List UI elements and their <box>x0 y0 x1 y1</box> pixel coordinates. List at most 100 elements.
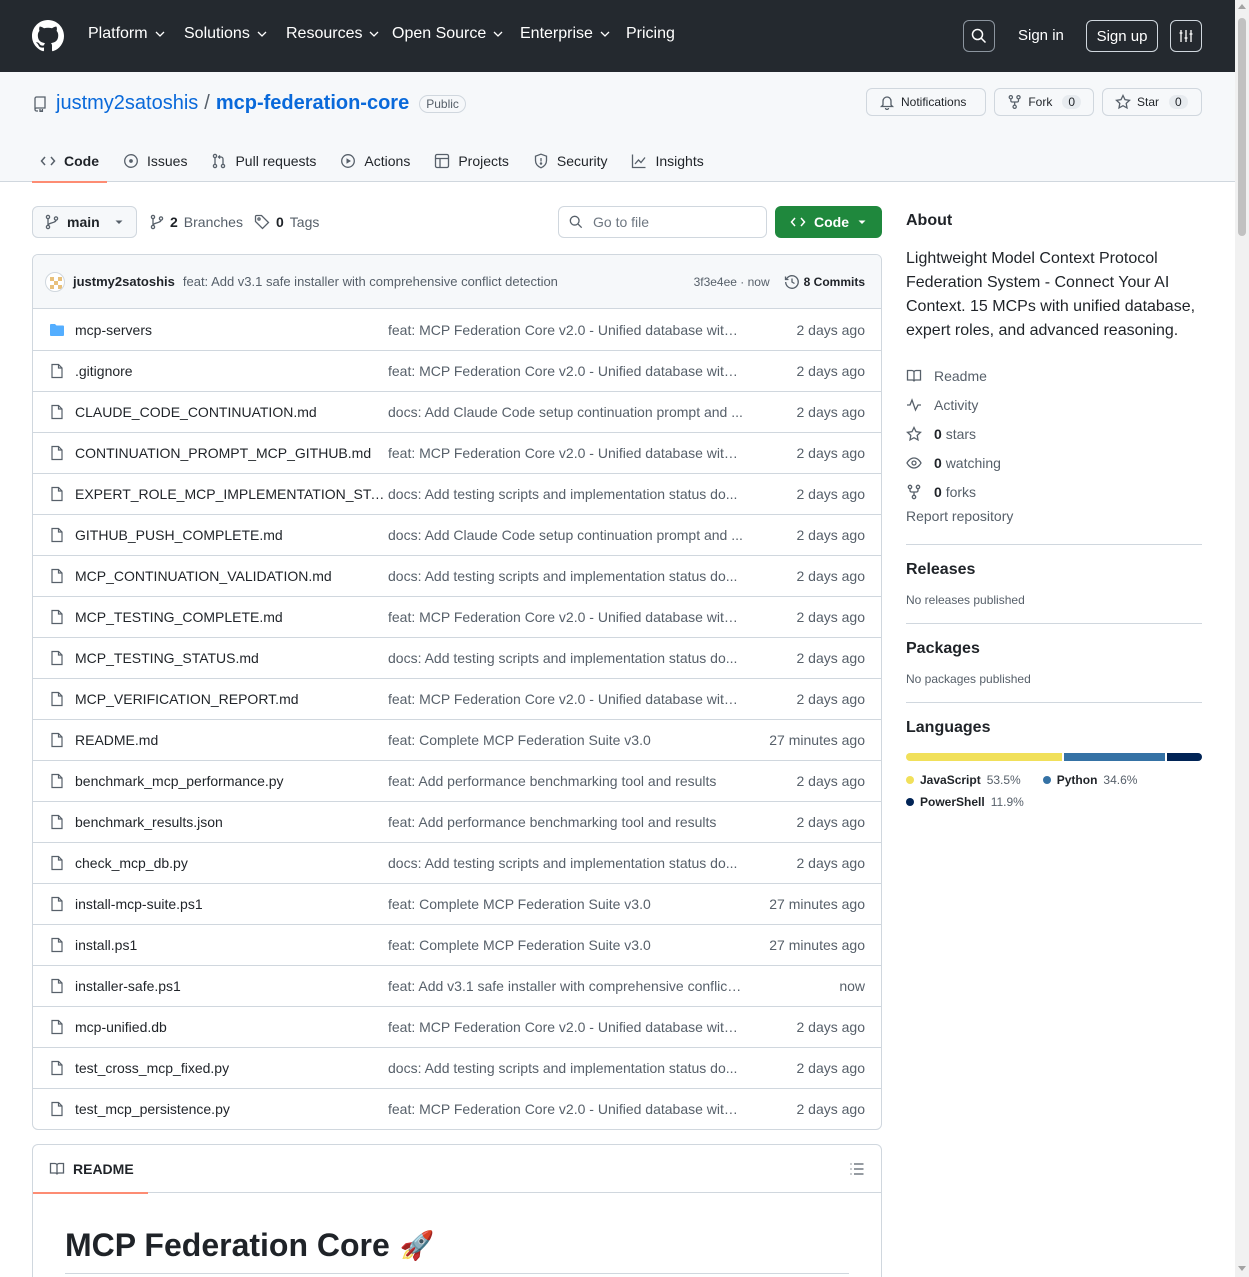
file-commit-message-link[interactable]: feat: MCP Federation Core v2.0 - Unified… <box>388 445 744 461</box>
file-commit-message-link[interactable]: docs: Add testing scripts and implementa… <box>388 650 744 666</box>
table-row[interactable]: benchmark_results.json feat: Add performa… <box>33 801 881 842</box>
file-name-link[interactable]: CONTINUATION_PROMPT_MCP_GITHUB.md <box>75 445 388 461</box>
file-name-link[interactable]: mcp-unified.db <box>75 1019 388 1035</box>
file-name-link[interactable]: MCP_VERIFICATION_REPORT.md <box>75 691 388 707</box>
tags-link[interactable]: 0 Tags <box>254 214 319 230</box>
file-name-link[interactable]: MCP_TESTING_COMPLETE.md <box>75 609 388 625</box>
repo-name-link[interactable]: mcp-federation-core <box>216 92 409 115</box>
branches-link[interactable]: 2 Branches <box>150 214 243 230</box>
file-commit-message-link[interactable]: feat: Add performance benchmarking tool … <box>388 773 744 789</box>
readme-link[interactable]: Readme <box>906 361 1202 390</box>
forks-link[interactable]: 0 forks <box>906 477 1202 506</box>
file-name-link[interactable]: installer-safe.ps1 <box>75 978 388 994</box>
activity-link[interactable]: Activity <box>906 390 1202 419</box>
table-row[interactable]: MCP_VERIFICATION_REPORT.md feat: MCP Fede… <box>33 678 881 719</box>
file-commit-message-link[interactable]: docs: Add testing scripts and implementa… <box>388 855 744 871</box>
table-row[interactable]: EXPERT_ROLE_MCP_IMPLEMENTATION_STA... doc… <box>33 473 881 514</box>
table-row[interactable]: CONTINUATION_PROMPT_MCP_GITHUB.md feat: M… <box>33 432 881 473</box>
file-name-link[interactable]: test_cross_mcp_fixed.py <box>75 1060 388 1076</box>
file-name-link[interactable]: .gitignore <box>75 363 388 379</box>
table-row[interactable]: installer-safe.ps1 feat: Add v3.1 safe in… <box>33 965 881 1006</box>
commit-sha-link[interactable]: 3f3e4ee · now <box>694 275 770 289</box>
file-name-link[interactable]: CLAUDE_CODE_CONTINUATION.md <box>75 404 388 420</box>
releases-heading[interactable]: Releases <box>906 561 1202 579</box>
branch-select-button[interactable]: main <box>32 206 137 238</box>
star-button[interactable]: Star 0 <box>1102 88 1202 116</box>
settings-menu-button[interactable] <box>1170 20 1202 52</box>
avatar[interactable] <box>45 271 65 292</box>
github-logo-icon[interactable] <box>32 20 64 52</box>
table-row[interactable]: benchmark_mcp_performance.py feat: Add pe… <box>33 760 881 801</box>
file-name-link[interactable]: mcp-servers <box>75 322 388 338</box>
sign-up-button[interactable]: Sign up <box>1086 20 1158 52</box>
scroll-down-arrow-icon[interactable] <box>1238 1266 1246 1271</box>
file-commit-message-link[interactable]: feat: Complete MCP Federation Suite v3.0 <box>388 896 744 912</box>
stars-link[interactable]: 0 stars <box>906 419 1202 448</box>
table-row[interactable]: README.md feat: Complete MCP Federation S… <box>33 719 881 760</box>
table-row[interactable]: mcp-unified.db feat: MCP Federation Core … <box>33 1006 881 1047</box>
table-row[interactable]: install-mcp-suite.ps1 feat: Complete MCP … <box>33 883 881 924</box>
language-item[interactable]: JavaScript 53.5% <box>906 769 1021 791</box>
fork-button[interactable]: Fork 0 <box>994 88 1094 116</box>
file-name-link[interactable]: EXPERT_ROLE_MCP_IMPLEMENTATION_STA... <box>75 486 388 502</box>
commits-history-link[interactable]: 8 Commits <box>784 274 865 290</box>
scroll-up-arrow-icon[interactable] <box>1238 4 1246 9</box>
file-name-link[interactable]: install-mcp-suite.ps1 <box>75 896 388 912</box>
file-commit-message-link[interactable]: feat: MCP Federation Core v2.0 - Unified… <box>388 322 744 338</box>
tab-actions[interactable]: Actions <box>332 140 418 182</box>
file-commit-message-link[interactable]: docs: Add testing scripts and implementa… <box>388 486 744 502</box>
file-commit-message-link[interactable]: feat: MCP Federation Core v2.0 - Unified… <box>388 1019 744 1035</box>
file-commit-message-link[interactable]: feat: MCP Federation Core v2.0 - Unified… <box>388 691 744 707</box>
nav-open-source[interactable]: Open Source <box>392 25 504 43</box>
search-button[interactable] <box>963 20 995 52</box>
nav-enterprise[interactable]: Enterprise <box>520 25 611 43</box>
file-commit-message-link[interactable]: docs: Add testing scripts and implementa… <box>388 1060 744 1076</box>
tab-code[interactable]: Code <box>32 140 107 183</box>
nav-platform[interactable]: Platform <box>88 25 166 43</box>
readme-tab[interactable]: README <box>33 1145 148 1194</box>
table-row[interactable]: MCP_CONTINUATION_VALIDATION.md docs: Add … <box>33 555 881 596</box>
table-row[interactable]: .gitignore feat: MCP Federation Core v2.0… <box>33 350 881 391</box>
file-name-link[interactable]: MCP_CONTINUATION_VALIDATION.md <box>75 568 388 584</box>
sign-in-link[interactable]: Sign in <box>1018 27 1064 44</box>
file-name-link[interactable]: benchmark_mcp_performance.py <box>75 773 388 789</box>
page-scrollbar[interactable] <box>1235 0 1249 1277</box>
table-row[interactable]: test_cross_mcp_fixed.py docs: Add testing… <box>33 1047 881 1088</box>
file-name-link[interactable]: benchmark_results.json <box>75 814 388 830</box>
code-download-button[interactable]: Code <box>775 206 882 238</box>
tab-pull-requests[interactable]: Pull requests <box>203 140 324 182</box>
file-commit-message-link[interactable]: feat: Complete MCP Federation Suite v3.0 <box>388 732 744 748</box>
tab-issues[interactable]: Issues <box>115 140 195 182</box>
notifications-button[interactable]: Notifications <box>866 88 986 116</box>
file-commit-message-link[interactable]: feat: Add v3.1 safe installer with compr… <box>388 978 744 994</box>
outline-list-icon[interactable] <box>849 1161 865 1177</box>
file-name-link[interactable]: MCP_TESTING_STATUS.md <box>75 650 388 666</box>
file-commit-message-link[interactable]: feat: Add performance benchmarking tool … <box>388 814 744 830</box>
file-name-link[interactable]: GITHUB_PUSH_COMPLETE.md <box>75 527 388 543</box>
tab-security[interactable]: Security <box>525 140 616 182</box>
table-row[interactable]: CLAUDE_CODE_CONTINUATION.md docs: Add Cla… <box>33 391 881 432</box>
file-commit-message-link[interactable]: docs: Add Claude Code setup continuation… <box>388 527 744 543</box>
table-row[interactable]: mcp-servers feat: MCP Federation Core v2.… <box>33 309 881 350</box>
go-to-file-input[interactable]: Go to file <box>558 206 767 238</box>
nav-resources[interactable]: Resources <box>286 25 380 43</box>
table-row[interactable]: GITHUB_PUSH_COMPLETE.md docs: Add Claude … <box>33 514 881 555</box>
report-repository-link[interactable]: Report repository <box>906 508 1202 528</box>
file-name-link[interactable]: test_mcp_persistence.py <box>75 1101 388 1117</box>
scrollbar-thumb[interactable] <box>1238 18 1246 236</box>
nav-solutions[interactable]: Solutions <box>184 25 268 43</box>
table-row[interactable]: test_mcp_persistence.py feat: MCP Federat… <box>33 1088 881 1129</box>
table-row[interactable]: MCP_TESTING_STATUS.md docs: Add testing s… <box>33 637 881 678</box>
file-commit-message-link[interactable]: feat: MCP Federation Core v2.0 - Unified… <box>388 1101 744 1117</box>
table-row[interactable]: check_mcp_db.py docs: Add testing scripts… <box>33 842 881 883</box>
file-commit-message-link[interactable]: feat: Complete MCP Federation Suite v3.0 <box>388 937 744 953</box>
packages-heading[interactable]: Packages <box>906 640 1202 658</box>
tab-projects[interactable]: Projects <box>426 140 517 182</box>
file-commit-message-link[interactable]: docs: Add Claude Code setup continuation… <box>388 404 744 420</box>
nav-pricing[interactable]: Pricing <box>626 25 675 43</box>
file-commit-message-link[interactable]: docs: Add testing scripts and implementa… <box>388 568 744 584</box>
commit-message-link[interactable]: feat: Add v3.1 safe installer with compr… <box>183 274 694 289</box>
watchers-link[interactable]: 0 watching <box>906 448 1202 477</box>
table-row[interactable]: MCP_TESTING_COMPLETE.md feat: MCP Federat… <box>33 596 881 637</box>
language-item[interactable]: PowerShell 11.9% <box>906 791 1024 813</box>
